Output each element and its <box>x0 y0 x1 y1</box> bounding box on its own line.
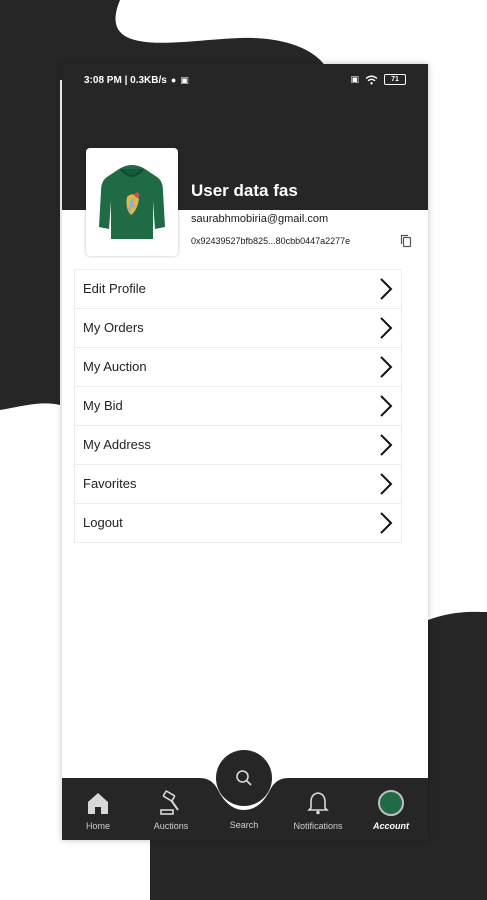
menu-item-label: My Orders <box>83 320 144 335</box>
nav-account-label: Account <box>373 821 409 831</box>
menu-item-label: My Auction <box>83 359 147 374</box>
user-email: saurabhmobiria@gmail.com <box>191 213 329 225</box>
chevron-right-icon <box>380 512 393 534</box>
nav-home-label: Home <box>85 821 110 831</box>
nav-notifications[interactable]: Notifications <box>283 790 353 831</box>
bell-icon <box>307 792 329 815</box>
account-menu: Edit Profile My Orders My Auction My Bid… <box>74 269 402 543</box>
status-left: 3:08 PM | 0.3KB/s ● ▣ <box>84 75 189 86</box>
wifi-icon <box>365 75 378 84</box>
chevron-right-icon <box>380 278 393 300</box>
nav-search-label: Search <box>229 820 259 830</box>
chevron-right-icon <box>380 317 393 339</box>
menu-item-label: Favorites <box>83 476 137 491</box>
search-icon <box>236 770 252 786</box>
menu-item-my-bid[interactable]: My Bid <box>74 386 402 425</box>
nav-auctions[interactable]: Auctions <box>136 790 206 831</box>
menu-item-logout[interactable]: Logout <box>74 503 402 543</box>
nav-auctions-label: Auctions <box>153 821 189 831</box>
menu-item-label: Edit Profile <box>83 281 146 296</box>
home-icon <box>88 793 108 814</box>
hoodie-image <box>99 165 165 239</box>
menu-item-edit-profile[interactable]: Edit Profile <box>74 269 402 308</box>
gavel-icon <box>160 790 179 815</box>
status-time-speed: 3:08 PM | 0.3KB/s <box>84 75 167 86</box>
search-button[interactable] <box>216 750 272 806</box>
nav-home[interactable]: Home <box>63 790 133 831</box>
chevron-right-icon <box>380 434 393 456</box>
sim-icon: ▣ <box>350 74 359 84</box>
menu-item-favorites[interactable]: Favorites <box>74 464 402 503</box>
menu-item-label: Logout <box>83 515 123 530</box>
nav-notifications-label: Notifications <box>293 821 343 831</box>
phone-screen: 3:08 PM | 0.3KB/s ● ▣ ▣ 71 User data fas… <box>62 64 428 840</box>
notification-icon: ▣ <box>180 75 189 85</box>
menu-item-label: My Bid <box>83 398 123 413</box>
menu-item-my-orders[interactable]: My Orders <box>74 308 402 347</box>
user-name: User data fas <box>191 181 298 200</box>
chevron-right-icon <box>380 473 393 495</box>
profile-image-card[interactable] <box>86 148 178 256</box>
nav-account[interactable]: Account <box>356 790 426 831</box>
battery-icon: 71 <box>384 74 406 85</box>
status-bar: 3:08 PM | 0.3KB/s ● ▣ ▣ 71 <box>62 64 428 98</box>
avatar <box>378 790 404 816</box>
menu-item-label: My Address <box>83 437 151 452</box>
chevron-right-icon <box>380 395 393 417</box>
status-right: ▣ 71 <box>350 74 406 85</box>
skype-icon: ● <box>170 75 177 85</box>
menu-item-my-address[interactable]: My Address <box>74 425 402 464</box>
chevron-right-icon <box>380 356 393 378</box>
wallet-address: 0x92439527bfb825...80cbb0447a2277e <box>191 236 351 246</box>
menu-item-my-auction[interactable]: My Auction <box>74 347 402 386</box>
copy-icon[interactable] <box>400 234 412 248</box>
